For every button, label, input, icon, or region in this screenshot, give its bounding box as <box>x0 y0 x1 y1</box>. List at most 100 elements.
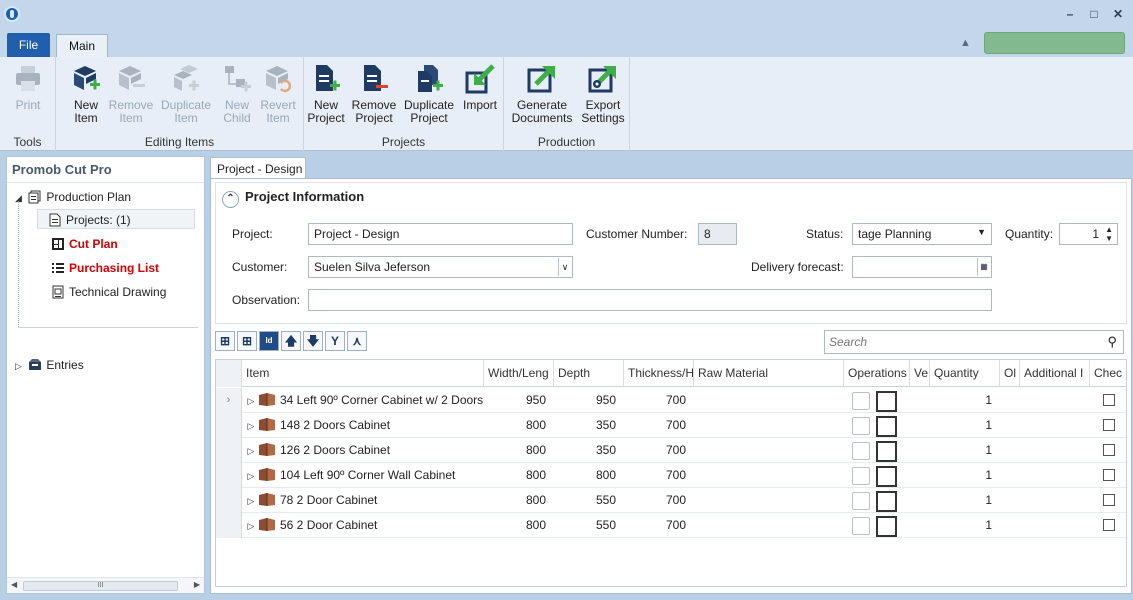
cell-item[interactable]: ▷ 34 Left 90º Corner Cabinet w/ 2 Doors <box>244 388 484 413</box>
cell-depth[interactable]: 800 <box>554 463 624 488</box>
revert-item-button[interactable]: Revert Item <box>258 63 298 129</box>
table-row[interactable]: ▷ 104 Left 90º Corner Wall Cabinet 800 800 7… <box>216 463 1126 488</box>
search-input[interactable] <box>825 331 1095 353</box>
cell-item[interactable]: ▷ 78 2 Door Cabinet <box>244 488 484 513</box>
duplicate-item-button[interactable]: Duplicate Item <box>156 63 216 129</box>
cell-width[interactable]: 800 <box>484 488 554 513</box>
project-name-input[interactable]: Project - Design <box>308 223 573 245</box>
cell-thickness[interactable]: 700 <box>624 463 694 488</box>
tree-item-production-plan[interactable]: ◢ Production Plan <box>15 187 131 207</box>
cell-raw-material[interactable] <box>694 463 844 488</box>
arrow-down-icon[interactable]: 🡇 <box>303 331 323 351</box>
promob-logo-icon[interactable] <box>4 6 20 22</box>
cell-quantity[interactable]: 1 <box>930 488 1000 513</box>
expand-row-icon[interactable]: ▷ <box>244 464 258 488</box>
cell-width[interactable]: 800 <box>484 463 554 488</box>
cell-quantity[interactable]: 1 <box>930 413 1000 438</box>
table-row[interactable]: ▷ 126 2 Doors Cabinet 800 350 700 1 <box>216 438 1126 463</box>
cell-width[interactable]: 800 <box>484 413 554 438</box>
new-child-button[interactable]: New Child <box>218 63 256 129</box>
merge-icon[interactable]: Y <box>325 331 345 351</box>
cell-raw-material[interactable] <box>694 513 844 538</box>
expand-triangle-icon[interactable]: ▷ <box>15 356 25 376</box>
row-indicator[interactable] <box>216 438 242 463</box>
export-settings-button[interactable]: Export Settings <box>580 63 626 129</box>
id-icon[interactable]: Id <box>259 331 279 351</box>
expand-row-icon[interactable]: ▷ <box>244 489 258 513</box>
operation-edge-icon[interactable] <box>876 441 897 462</box>
collapse-ribbon-icon[interactable]: ▲ <box>960 37 971 49</box>
column-ve[interactable]: Ve <box>910 360 930 387</box>
expand-all-icon[interactable]: ⊞ <box>215 331 235 351</box>
cell-thickness[interactable]: 700 <box>624 438 694 463</box>
column-item[interactable]: Item <box>242 360 484 387</box>
row-checkbox[interactable] <box>1103 444 1115 456</box>
row-checkbox[interactable] <box>1103 519 1115 531</box>
cell-raw-material[interactable] <box>694 488 844 513</box>
observation-input[interactable] <box>308 289 992 311</box>
cell-width[interactable]: 800 <box>484 438 554 463</box>
operations-icons[interactable] <box>852 466 902 487</box>
expand-row-icon[interactable]: ▷ <box>244 389 258 413</box>
expand-row-icon[interactable]: ▷ <box>244 414 258 438</box>
import-button[interactable]: Import <box>460 63 500 129</box>
calendar-icon[interactable]: ▦ <box>977 258 990 276</box>
project-information-header[interactable]: ⌃ Project Information <box>222 189 364 208</box>
minimize-icon[interactable]: – <box>1063 7 1077 21</box>
row-indicator[interactable] <box>216 413 242 438</box>
status-select[interactable]: tage Planning ▼ <box>852 223 992 245</box>
split-icon[interactable]: ⋏ <box>347 331 367 351</box>
expand-row-icon[interactable]: ▷ <box>244 439 258 463</box>
new-item-button[interactable]: New Item <box>64 63 108 129</box>
scrollbar-thumb[interactable]: III <box>23 581 178 591</box>
column-check[interactable]: Chec <box>1090 360 1126 387</box>
row-checkbox[interactable] <box>1103 494 1115 506</box>
cell-quantity[interactable]: 1 <box>930 463 1000 488</box>
add-icon[interactable]: ⊞ <box>237 331 257 351</box>
delivery-forecast-date-input[interactable]: ▦ <box>852 256 992 278</box>
remove-item-button[interactable]: Remove Item <box>108 63 154 129</box>
tab-main[interactable]: Main <box>56 34 108 57</box>
cell-thickness[interactable]: 700 <box>624 413 694 438</box>
customer-select[interactable]: Suelen Silva Jeferson ∨ <box>308 256 573 278</box>
print-button[interactable]: Print <box>8 63 48 129</box>
scroll-right-icon[interactable]: ▶ <box>194 580 200 589</box>
horizontal-scrollbar[interactable]: ◀ III ▶ <box>7 577 204 593</box>
operation-edge-icon[interactable] <box>876 491 897 512</box>
search-icon[interactable]: ⚲ <box>1107 334 1117 350</box>
tab-file[interactable]: File <box>7 33 50 57</box>
operation-panel-icon[interactable] <box>852 417 870 435</box>
tree-item-technical-drawing[interactable]: Technical Drawing <box>51 282 166 302</box>
row-indicator[interactable] <box>216 463 242 488</box>
expand-row-icon[interactable]: ▷ <box>244 514 258 538</box>
operations-icons[interactable] <box>852 391 902 412</box>
collapse-section-icon[interactable]: ⌃ <box>222 191 239 208</box>
dropdown-arrow-icon[interactable]: ▼ <box>977 227 986 237</box>
cell-width[interactable]: 800 <box>484 513 554 538</box>
double-chevron-down-icon[interactable]: ∨ <box>558 258 571 276</box>
tab-project-design[interactable]: Project - Design <box>210 157 306 179</box>
operations-icons[interactable] <box>852 441 902 462</box>
cell-raw-material[interactable] <box>694 438 844 463</box>
table-row[interactable]: ▷ 56 2 Door Cabinet 800 550 700 1 <box>216 513 1126 538</box>
column-depth[interactable]: Depth <box>554 360 624 387</box>
row-indicator[interactable]: › <box>216 388 242 413</box>
operation-edge-icon[interactable] <box>876 416 897 437</box>
cell-item[interactable]: ▷ 126 2 Doors Cabinet <box>244 438 484 463</box>
cell-depth[interactable]: 550 <box>554 513 624 538</box>
cell-depth[interactable]: 350 <box>554 438 624 463</box>
operation-panel-icon[interactable] <box>852 517 870 535</box>
column-raw-material[interactable]: Raw Material <box>694 360 844 387</box>
cell-raw-material[interactable] <box>694 388 844 413</box>
remove-project-button[interactable]: Remove Project <box>350 63 398 129</box>
tree-item-projects[interactable]: Projects: (1) <box>37 209 195 229</box>
operation-panel-icon[interactable] <box>852 492 870 510</box>
operation-edge-icon[interactable] <box>876 391 897 412</box>
new-project-button[interactable]: New Project <box>306 63 346 129</box>
table-row[interactable]: ▷ 148 2 Doors Cabinet 800 350 700 1 <box>216 413 1126 438</box>
operations-icons[interactable] <box>852 516 902 537</box>
operation-edge-icon[interactable] <box>876 466 897 487</box>
quantity-stepper[interactable]: 1 ▲ ▼ <box>1059 223 1118 245</box>
tree-item-purchasing-list[interactable]: Purchasing List <box>51 258 159 278</box>
cell-depth[interactable]: 350 <box>554 413 624 438</box>
